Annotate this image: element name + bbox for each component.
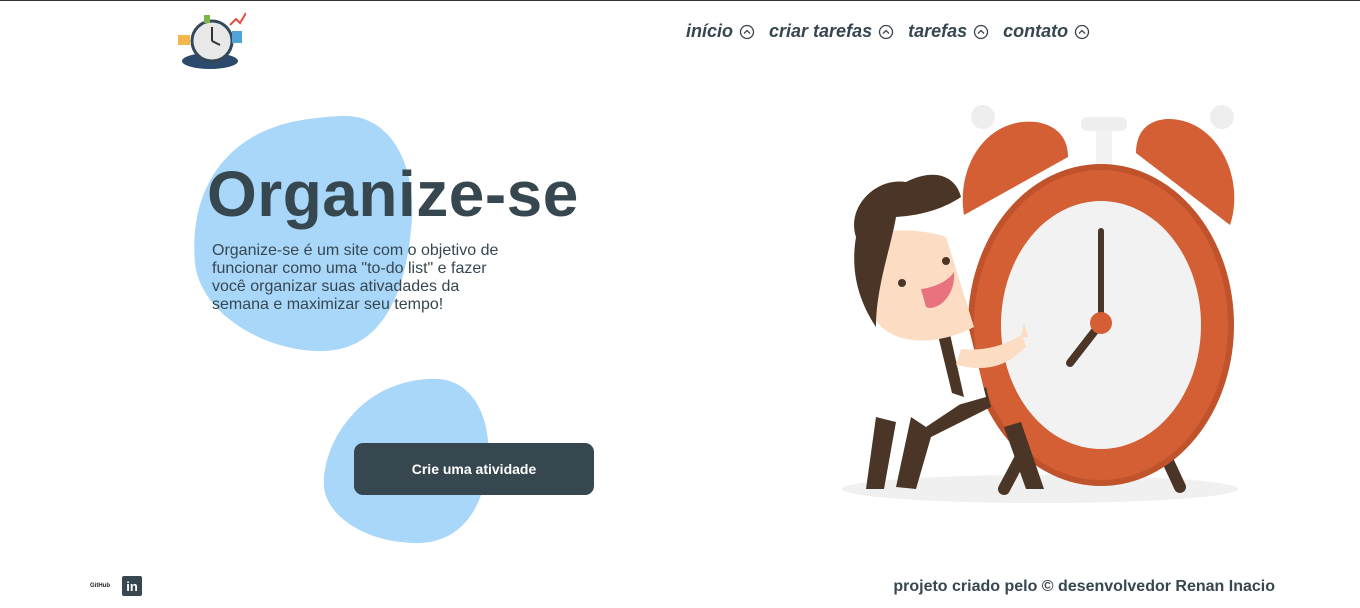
- chevron-up-circle-icon: [739, 24, 755, 39]
- github-link[interactable]: GitHub: [90, 583, 110, 589]
- linkedin-icon[interactable]: in: [122, 576, 142, 596]
- chevron-up-circle-icon: [973, 24, 989, 39]
- nav-label: contato: [1003, 21, 1069, 41]
- nav-item-inicio[interactable]: início: [686, 21, 755, 42]
- create-activity-button[interactable]: Crie uma atividade: [354, 443, 594, 495]
- site-logo[interactable]: [174, 11, 247, 73]
- nav-item-criar-tarefas[interactable]: criar tarefas: [769, 21, 894, 42]
- hero-blob: [194, 115, 413, 352]
- nav-label: tarefas: [908, 21, 968, 41]
- main-nav: início criar tarefas tarefas contato: [686, 21, 1090, 42]
- chevron-up-circle-icon: [1074, 24, 1090, 39]
- hero-title: Organize-se: [207, 158, 579, 230]
- footer-credits: projeto criado pelo © desenvolvedor Rena…: [893, 578, 1275, 595]
- nav-label: início: [686, 21, 734, 41]
- hero-description: Organize-se é um site com o objetivo de …: [212, 242, 499, 313]
- social-links: GitHub in: [90, 576, 142, 596]
- nav-item-tarefas[interactable]: tarefas: [908, 21, 989, 42]
- nav-label: criar tarefas: [769, 21, 873, 41]
- alarm-clock-illustration: [842, 105, 1238, 503]
- nav-item-contato[interactable]: contato: [1003, 21, 1090, 42]
- chevron-up-circle-icon: [878, 24, 894, 39]
